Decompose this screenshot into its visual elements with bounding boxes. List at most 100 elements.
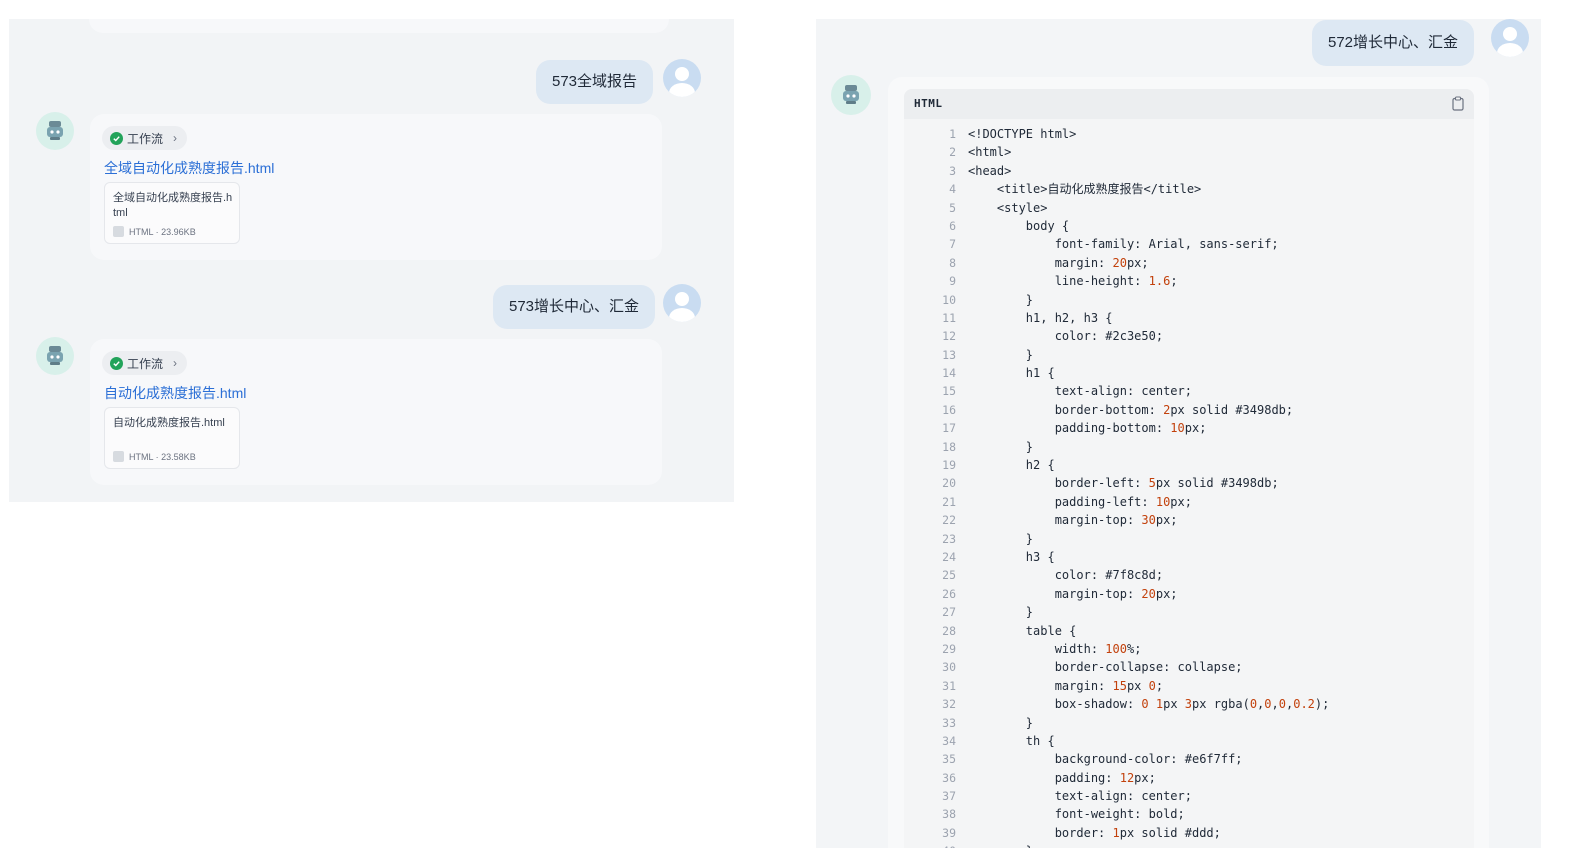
code-line: 7 font-family: Arial, sans-serif;	[904, 235, 1474, 253]
line-number: 20	[942, 476, 956, 491]
robot-icon	[47, 121, 63, 140]
line-number: 7	[949, 237, 956, 252]
line-content: }	[968, 292, 1034, 307]
line-number: 1	[949, 127, 956, 141]
previous-message-edge	[89, 19, 669, 33]
line-content: h3 {	[968, 549, 1055, 564]
line-content: font-weight: bold;	[968, 807, 1185, 822]
file-attachment-card[interactable]: 全域自动化成熟度报告.html HTML · 23.96KB	[104, 182, 240, 244]
code-line: 11 h1, h2, h3 {	[904, 309, 1474, 327]
line-number: 16	[942, 402, 956, 417]
line-number: 29	[942, 641, 956, 656]
check-circle-icon	[110, 131, 123, 145]
line-content: <title>自动化成熟度报告</title>	[968, 182, 1202, 197]
line-number: 3	[949, 163, 956, 178]
document-icon	[113, 226, 124, 237]
code-line: 36 padding: 12px;	[904, 769, 1474, 787]
robot-icon	[47, 346, 63, 365]
code-line: 8 margin: 20px;	[904, 254, 1474, 272]
line-number: 33	[942, 715, 956, 730]
workflow-toggle[interactable]: 工作流 ›	[102, 126, 188, 150]
line-number: 8	[949, 255, 956, 270]
bot-avatar	[36, 112, 74, 150]
file-card-name: 自动化成熟度报告.html	[113, 417, 225, 429]
code-line: 14 h1 {	[904, 364, 1474, 382]
line-content: box-shadow: 0 1px 3px rgba(0,0,0,0.2);	[968, 697, 1330, 712]
line-content: }	[968, 605, 1034, 620]
workflow-toggle[interactable]: 工作流 ›	[102, 351, 188, 375]
line-number: 9	[949, 274, 956, 289]
line-number: 14	[942, 366, 956, 381]
code-line: 24 h3 {	[904, 548, 1474, 566]
line-content: h1 {	[968, 366, 1055, 381]
line-number: 34	[942, 733, 956, 748]
line-content: width: 100%;	[968, 641, 1142, 656]
line-content: color: #2c3e50;	[968, 329, 1164, 344]
file-meta: HTML · 23.58KB	[113, 451, 196, 462]
code-line: 28 table {	[904, 622, 1474, 640]
line-content: text-align: center;	[968, 789, 1192, 804]
line-content: border-collapse: collapse;	[968, 660, 1243, 675]
line-number: 38	[942, 807, 956, 822]
line-number: 24	[942, 549, 956, 564]
line-content: <head>	[968, 163, 1012, 178]
code-line: 5 <style>	[904, 199, 1474, 217]
line-number: 13	[942, 347, 956, 362]
line-content: body {	[968, 218, 1070, 233]
user-avatar[interactable]	[663, 284, 701, 322]
line-number: 21	[942, 494, 956, 509]
code-line: 16 border-bottom: 2px solid #3498db;	[904, 401, 1474, 419]
code-line: 27 }	[904, 603, 1474, 621]
code-line: 18 }	[904, 438, 1474, 456]
line-number: 28	[942, 623, 956, 638]
user-message-bubble: 573全域报告	[536, 60, 654, 104]
user-avatar[interactable]	[663, 59, 701, 97]
clipboard-icon[interactable]	[1452, 96, 1464, 111]
code-line: 37 text-align: center;	[904, 787, 1474, 805]
line-number: 18	[942, 439, 956, 454]
code-line: 19 h2 {	[904, 456, 1474, 474]
code-line: 38 font-weight: bold;	[904, 805, 1474, 823]
file-attachment-card[interactable]: 自动化成熟度报告.html HTML · 23.58KB	[104, 407, 240, 469]
line-content: border: 1px solid #ddd;	[968, 825, 1221, 840]
line-content: }	[968, 347, 1034, 362]
line-content: margin-top: 30px;	[968, 513, 1178, 528]
chevron-right-icon: ›	[173, 131, 178, 145]
code-line: 25 color: #7f8c8d;	[904, 566, 1474, 584]
line-number: 17	[942, 421, 956, 436]
line-number: 36	[942, 770, 956, 785]
line-content: margin-top: 20px;	[968, 586, 1178, 601]
line-number: 10	[942, 292, 956, 307]
line-content: padding: 12px;	[968, 770, 1156, 785]
line-content: margin: 15px 0;	[968, 678, 1164, 693]
line-content: table {	[968, 623, 1077, 638]
file-link[interactable]: 全域自动化成熟度报告.html	[104, 158, 274, 178]
file-meta: HTML · 23.96KB	[113, 226, 196, 237]
line-number: 26	[942, 586, 956, 601]
workflow-label: 工作流	[127, 356, 164, 371]
code-line: 22 margin-top: 30px;	[904, 511, 1474, 529]
line-number: 5	[949, 200, 956, 215]
line-content: }	[968, 439, 1034, 454]
line-number: 39	[942, 825, 956, 840]
right-chat-panel: 572增长中心、汇金 HTML 1 <!DOCTYPE html> 2 <html> 3…	[816, 19, 1541, 848]
line-content: background-color: #e6f7ff;	[968, 752, 1243, 767]
line-content: }	[968, 531, 1034, 546]
code-line: 12 color: #2c3e50;	[904, 327, 1474, 345]
line-content: <style>	[968, 200, 1048, 215]
code-line: 10 }	[904, 291, 1474, 309]
code-line: 2 <html>	[904, 143, 1474, 161]
code-line: 31 margin: 15px 0;	[904, 677, 1474, 695]
code-line: 21 padding-left: 10px;	[904, 493, 1474, 511]
bot-reply-card: 工作流 › 全域自动化成熟度报告.html 全域自动化成熟度报告.html HT…	[90, 114, 662, 260]
line-number: 22	[942, 513, 956, 528]
line-number: 11	[942, 310, 956, 325]
bot-avatar	[36, 337, 74, 375]
line-number: 40	[904, 842, 956, 848]
code-line: 26 margin-top: 20px;	[904, 585, 1474, 603]
line-number: 6	[949, 218, 956, 233]
user-avatar[interactable]	[1491, 19, 1529, 57]
line-content: }	[968, 715, 1034, 730]
file-link[interactable]: 自动化成熟度报告.html	[104, 383, 246, 403]
file-meta-text: HTML · 23.96KB	[129, 226, 196, 237]
